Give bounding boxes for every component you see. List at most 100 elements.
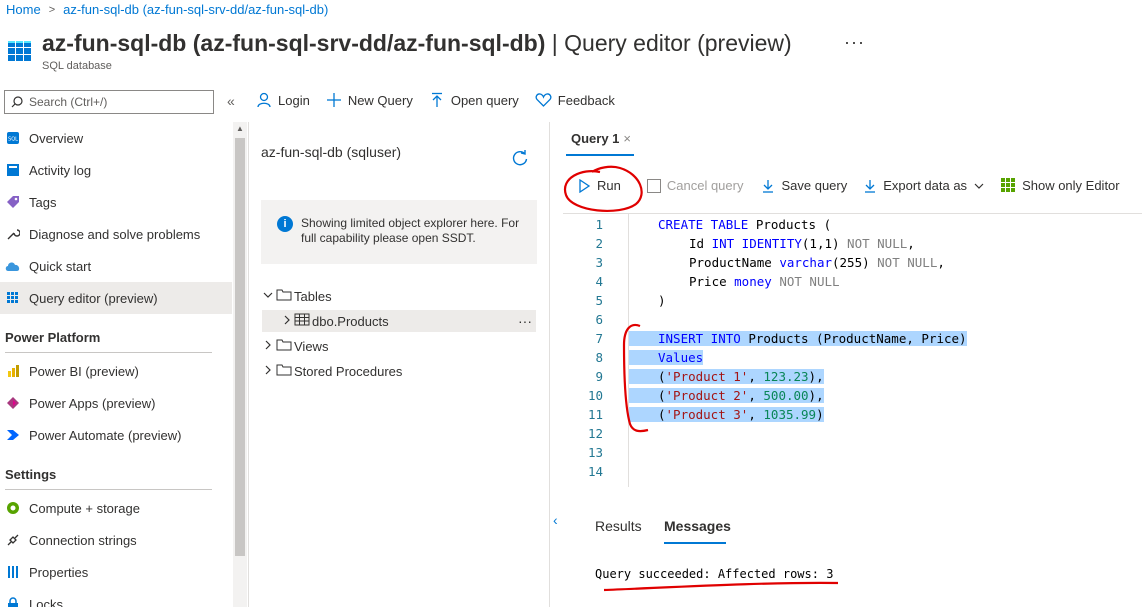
code-token: ,: [748, 369, 764, 384]
tree-node-dbo-products[interactable]: dbo.Products ···: [262, 310, 536, 332]
new-query-button[interactable]: New Query: [326, 92, 413, 108]
run-button[interactable]: Run: [577, 178, 621, 193]
properties-icon: [5, 564, 21, 580]
code-line-selected: ('Product 2', 500.00),: [629, 386, 824, 405]
page-subtitle: SQL database: [42, 60, 112, 72]
sidebar-item-compute-storage[interactable]: Compute + storage: [0, 492, 232, 524]
active-tab-indicator: [664, 542, 726, 544]
feedback-button[interactable]: Feedback: [535, 92, 615, 108]
sidebar-item-label: Power Automate (preview): [29, 427, 182, 443]
sidebar-item-power-bi[interactable]: Power BI (preview): [0, 355, 232, 387]
export-data-label: Export data as: [883, 178, 968, 193]
collapse-results-button[interactable]: ‹: [553, 512, 558, 528]
tab-messages[interactable]: Messages: [664, 518, 731, 534]
line-number: 13: [587, 445, 603, 460]
line-number: 11: [587, 407, 603, 422]
sql-database-icon: [7, 40, 33, 62]
grid-icon: [1001, 178, 1016, 192]
chevron-down-icon: [262, 289, 274, 304]
sidebar-item-label: Compute + storage: [29, 500, 140, 516]
breadcrumb-home-link[interactable]: Home: [6, 2, 41, 17]
tree-node-tables[interactable]: Tables: [262, 285, 332, 307]
code-token: ): [658, 293, 666, 308]
scroll-up-icon[interactable]: ▲: [236, 124, 244, 133]
line-number: 14: [587, 464, 603, 479]
code-token: money: [734, 274, 772, 289]
open-query-label: Open query: [450, 92, 519, 108]
section-header-settings: Settings: [5, 467, 57, 482]
feedback-label: Feedback: [557, 92, 615, 108]
cancel-query-button[interactable]: Cancel query: [646, 178, 743, 193]
result-message: Query succeeded: Affected rows: 3: [595, 567, 834, 581]
compute-icon: [5, 500, 21, 516]
page-title: az-fun-sql-db (az-fun-sql-srv-dd/az-fun-…: [42, 30, 792, 56]
code-line: ProductName varchar(255) NOT NULL,: [689, 253, 945, 272]
close-icon[interactable]: ×: [623, 131, 631, 146]
collapse-menu-button[interactable]: «: [227, 93, 235, 109]
line-number: 12: [587, 426, 603, 441]
sidebar-item-quick-start[interactable]: Quick start: [0, 250, 232, 282]
sidebar-item-locks[interactable]: Locks: [0, 588, 232, 607]
code-token: 'Product 2': [665, 388, 749, 403]
show-only-editor-button[interactable]: Show only Editor: [1001, 178, 1120, 193]
code-token: Id: [689, 236, 712, 251]
folder-icon: [276, 364, 292, 379]
code-token: 500.00: [763, 388, 809, 403]
sidebar-item-power-automate[interactable]: Power Automate (preview): [0, 419, 232, 451]
sidebar-item-connection-strings[interactable]: Connection strings: [0, 524, 232, 556]
export-data-dropdown[interactable]: Export data as: [863, 178, 985, 193]
refresh-icon[interactable]: [511, 149, 529, 167]
sidebar-menu: SQL Overview Activity log Tags Diagnose …: [0, 122, 232, 607]
table-icon: [294, 313, 310, 329]
code-token: (: [658, 369, 666, 384]
code-line: CREATE TABLE Products (: [658, 215, 831, 234]
line-number: 6: [595, 312, 603, 327]
sidebar-item-label: Connection strings: [29, 532, 137, 548]
sidebar-item-query-editor[interactable]: Query editor (preview): [0, 282, 232, 314]
line-number: 8: [595, 350, 603, 365]
power-apps-icon: [5, 395, 21, 411]
code-token: Products (ProductName, Price): [740, 331, 967, 346]
info-text: Showing limited object explorer here. Fo…: [301, 216, 520, 245]
login-button[interactable]: Login: [256, 92, 310, 108]
code-line: Id INT IDENTITY(1,1) NOT NULL,: [689, 234, 915, 253]
code-line: Price money NOT NULL: [689, 272, 840, 291]
login-label: Login: [278, 92, 310, 108]
code-token: NOT NULL: [771, 274, 840, 289]
tree-node-more-button[interactable]: ···: [518, 313, 532, 329]
sidebar-item-overview[interactable]: SQL Overview: [0, 122, 232, 154]
sidebar-item-properties[interactable]: Properties: [0, 556, 232, 588]
tag-icon: [5, 194, 21, 210]
chevron-right-icon: [262, 339, 274, 354]
line-number: 3: [595, 255, 603, 270]
save-query-button[interactable]: Save query: [761, 178, 847, 193]
tree-node-views[interactable]: Views: [262, 335, 328, 357]
query-editor-icon: [5, 290, 21, 306]
code-token: Values: [658, 350, 704, 365]
code-token: (1,1): [801, 236, 848, 251]
code-token: (: [658, 407, 666, 422]
sidebar-item-diagnose[interactable]: Diagnose and solve problems: [0, 218, 232, 250]
sidebar-item-activity-log[interactable]: Activity log: [0, 154, 232, 186]
code-token: 1035.99: [763, 407, 817, 422]
tree-node-stored-procedures[interactable]: Stored Procedures: [262, 360, 402, 382]
save-query-label: Save query: [781, 178, 848, 193]
breadcrumb-current-link[interactable]: az-fun-sql-db (az-fun-sql-srv-dd/az-fun-…: [63, 2, 328, 17]
search-input[interactable]: Search (Ctrl+/): [4, 90, 214, 114]
chevron-right-icon: [282, 314, 292, 329]
tab-results[interactable]: Results: [595, 518, 642, 534]
sidebar-item-power-apps[interactable]: Power Apps (preview): [0, 387, 232, 419]
search-icon: [11, 96, 23, 108]
sidebar-item-tags[interactable]: Tags: [0, 186, 232, 218]
activity-log-icon: [5, 162, 21, 178]
sidebar-item-label: Query editor (preview): [29, 290, 158, 306]
wrench-icon: [5, 226, 21, 242]
info-icon: i: [277, 216, 293, 232]
tab-query-1[interactable]: Query 1 ×: [571, 131, 631, 146]
sidebar-scrollbar-thumb[interactable]: [235, 138, 245, 556]
more-options-button[interactable]: ···: [844, 32, 865, 53]
code-token: NOT NULL: [847, 236, 908, 251]
person-icon: [257, 92, 271, 108]
divider: [248, 122, 249, 607]
open-query-button[interactable]: Open query: [429, 92, 519, 108]
